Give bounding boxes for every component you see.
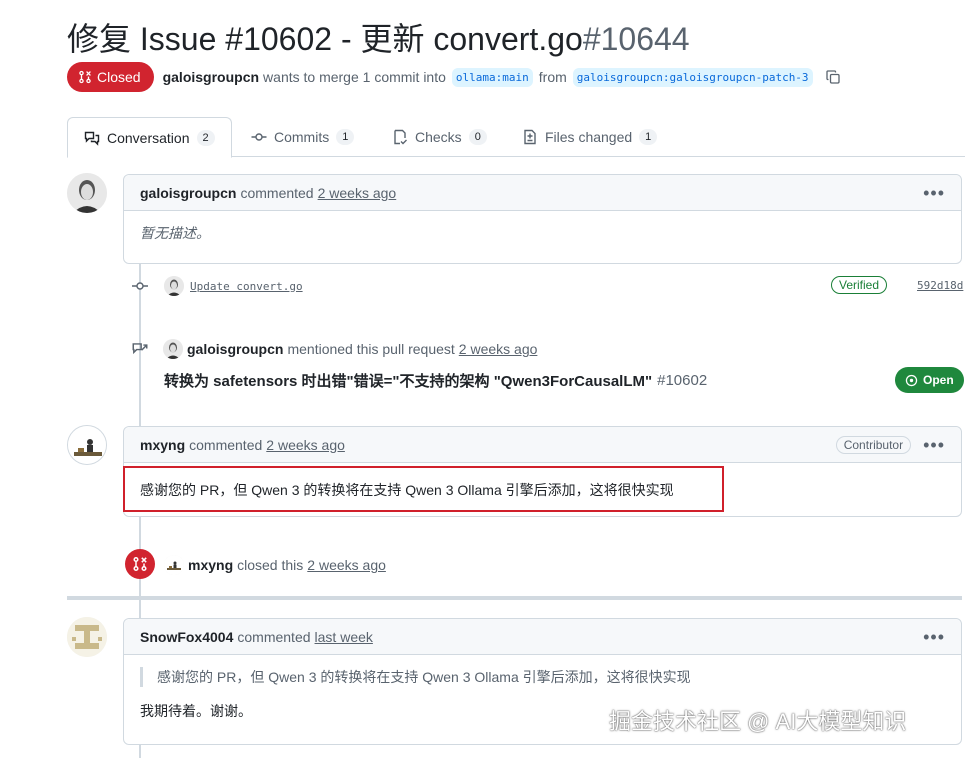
comment-header: SnowFox4004 commented last week •••	[124, 619, 961, 655]
tab-counter: 1	[336, 129, 355, 145]
base-branch[interactable]: ollama:main	[451, 67, 533, 87]
pr-author-link[interactable]: galoisgroupcn	[163, 69, 259, 85]
tab-label: Files changed	[545, 129, 633, 145]
mention-action: mentioned this pull request	[287, 341, 455, 357]
mention-author[interactable]: galoisgroupcn	[187, 341, 283, 357]
comment-discussion-icon	[84, 130, 100, 146]
issue-state-label: Open	[923, 373, 954, 387]
pr-meta: Closed galoisgroupcn wants to merge 1 co…	[67, 62, 841, 92]
avatar[interactable]	[163, 339, 183, 359]
pr-title-text: 修复 Issue #10602 - 更新 convert.go	[67, 21, 583, 57]
pr-tabs: Conversation 2 Commits 1 Checks 0 Files …	[67, 117, 965, 158]
comment-header: mxyng commented 2 weeks ago Contributor …	[124, 427, 961, 463]
copy-icon[interactable]	[825, 69, 841, 85]
mention-event: galoisgroupcn mentioned this pull reques…	[131, 339, 537, 359]
issue-opened-icon	[905, 374, 918, 387]
tab-conversation[interactable]: Conversation 2	[67, 117, 232, 158]
referenced-issue[interactable]: 转换为 safetensors 时出错"错误="不支持的架构 "Qwen3For…	[164, 370, 707, 391]
tab-counter: 1	[639, 129, 658, 145]
tab-counter: 2	[196, 129, 215, 146]
avatar[interactable]	[67, 617, 107, 657]
tab-label: Conversation	[107, 129, 190, 146]
closed-author[interactable]: mxyng	[188, 557, 233, 573]
head-branch[interactable]: galoisgroupcn:galoisgroupcn-patch-3	[572, 67, 813, 87]
tab-commits[interactable]: Commits 1	[235, 117, 370, 157]
comment-author[interactable]: mxyng	[140, 437, 185, 453]
issue-title[interactable]: 转换为 safetensors 时出错"错误="不支持的架构 "Qwen3For…	[164, 370, 652, 391]
git-commit-icon	[131, 278, 149, 294]
kebab-menu-icon[interactable]: •••	[923, 628, 945, 646]
closed-event-marker	[125, 549, 155, 579]
git-commit-icon	[251, 129, 267, 145]
tab-label: Commits	[274, 129, 330, 145]
pr-number: #10644	[582, 21, 690, 57]
timeline-divider	[67, 596, 962, 600]
git-pull-request-closed-icon	[132, 556, 148, 572]
comment-action: commented	[189, 436, 263, 453]
kebab-menu-icon[interactable]: •••	[923, 436, 945, 454]
role-badge: Contributor	[835, 435, 912, 454]
comment-card: galoisgroupcn commented 2 weeks ago ••• …	[123, 174, 962, 264]
comment-time[interactable]: last week	[315, 629, 373, 645]
closed-event: mxyng closed this 2 weeks ago	[164, 555, 386, 575]
git-pull-request-closed-icon	[78, 70, 92, 84]
issue-open-badge: Open	[895, 367, 964, 393]
avatar[interactable]	[164, 555, 184, 575]
from-text: from	[538, 69, 567, 85]
verified-badge[interactable]: Verified	[831, 276, 888, 294]
tab-label: Checks	[415, 129, 462, 145]
merge-text: wants to merge 1 commit into	[263, 69, 446, 85]
comment-time[interactable]: 2 weeks ago	[318, 185, 397, 201]
checklist-icon	[392, 129, 408, 145]
commit-event: Update convert.go	[131, 276, 303, 296]
pr-title: 修复 Issue #10602 - 更新 convert.go#10644	[67, 14, 690, 60]
kebab-menu-icon[interactable]: •••	[923, 184, 945, 202]
comment-action: commented	[240, 184, 314, 201]
watermark: 掘金技术社区 @ AI大模型知识	[609, 709, 907, 734]
state-badge: Closed	[67, 62, 154, 92]
commit-sha-link[interactable]: 592d18d	[917, 279, 963, 292]
comment-time[interactable]: 2 weeks ago	[266, 437, 345, 453]
highlight-box	[123, 466, 724, 512]
avatar[interactable]	[164, 276, 184, 296]
avatar[interactable]	[67, 425, 107, 465]
comment-body: 暂无描述。	[140, 225, 210, 241]
comment-action: commented	[237, 628, 311, 645]
issue-number: #10602	[657, 372, 708, 389]
comment-header: galoisgroupcn commented 2 weeks ago •••	[124, 175, 961, 211]
commit-message-link[interactable]: Update convert.go	[190, 280, 303, 293]
file-diff-icon	[522, 129, 538, 145]
comment-author[interactable]: SnowFox4004	[140, 629, 233, 645]
tab-checks[interactable]: Checks 0	[376, 117, 503, 157]
closed-time[interactable]: 2 weeks ago	[307, 557, 386, 573]
closed-action: closed this	[237, 557, 304, 573]
avatar[interactable]	[67, 173, 107, 213]
cross-reference-icon	[131, 340, 149, 358]
mention-time[interactable]: 2 weeks ago	[459, 341, 538, 357]
tab-files-changed[interactable]: Files changed 1	[506, 117, 673, 157]
quoted-reply: 感谢您的 PR，但 Qwen 3 的转换将在支持 Qwen 3 Ollama 引…	[140, 667, 945, 687]
state-label: Closed	[97, 69, 141, 85]
comment-author[interactable]: galoisgroupcn	[140, 185, 236, 201]
tab-counter: 0	[468, 129, 487, 145]
